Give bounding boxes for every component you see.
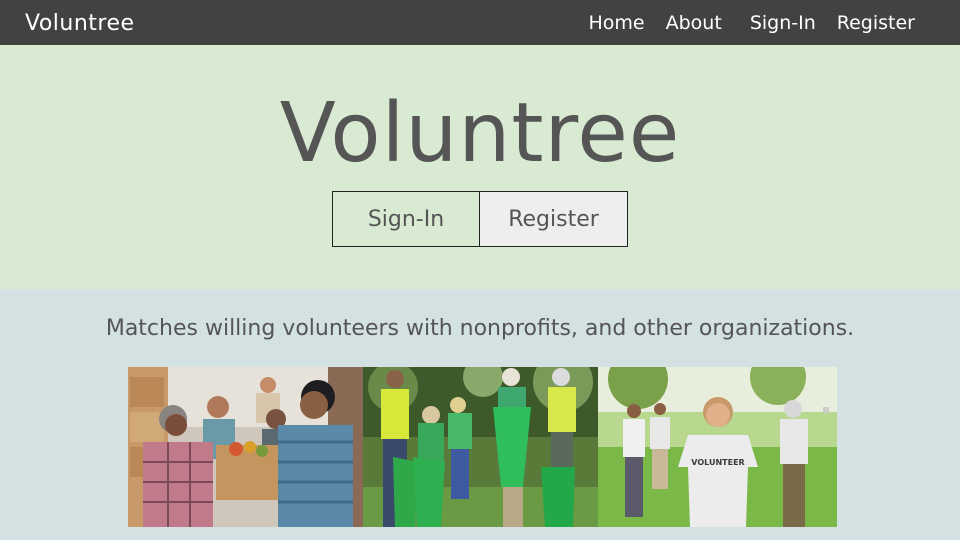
volunteer-photo-strip: VOLUNTEER [128, 367, 837, 527]
nav-link-about[interactable]: About [666, 12, 722, 34]
brand-logo-text[interactable]: Voluntree [25, 11, 135, 36]
hero-button-group: Sign-In Register [332, 191, 628, 247]
park-cleanup-photo [363, 367, 598, 527]
nav-link-home[interactable]: Home [589, 12, 645, 34]
nav-link-sign-in[interactable]: Sign-In [750, 12, 816, 34]
hero-title: Voluntree [279, 86, 681, 181]
tagline: Matches willing volunteers with nonprofi… [105, 316, 855, 341]
sign-in-button[interactable]: Sign-In [332, 191, 480, 247]
top-navbar: Voluntree Home About Sign-In Register [0, 0, 960, 45]
hero-section: Voluntree Sign-In Register [0, 45, 960, 289]
nav-link-register[interactable]: Register [837, 12, 915, 34]
nav-links: Home About Sign-In Register [568, 12, 915, 34]
shirt-text: VOLUNTEER [691, 458, 744, 467]
volunteer-woman-photo: VOLUNTEER [598, 367, 837, 527]
register-button[interactable]: Register [480, 191, 628, 247]
food-donation-photo [128, 367, 363, 527]
